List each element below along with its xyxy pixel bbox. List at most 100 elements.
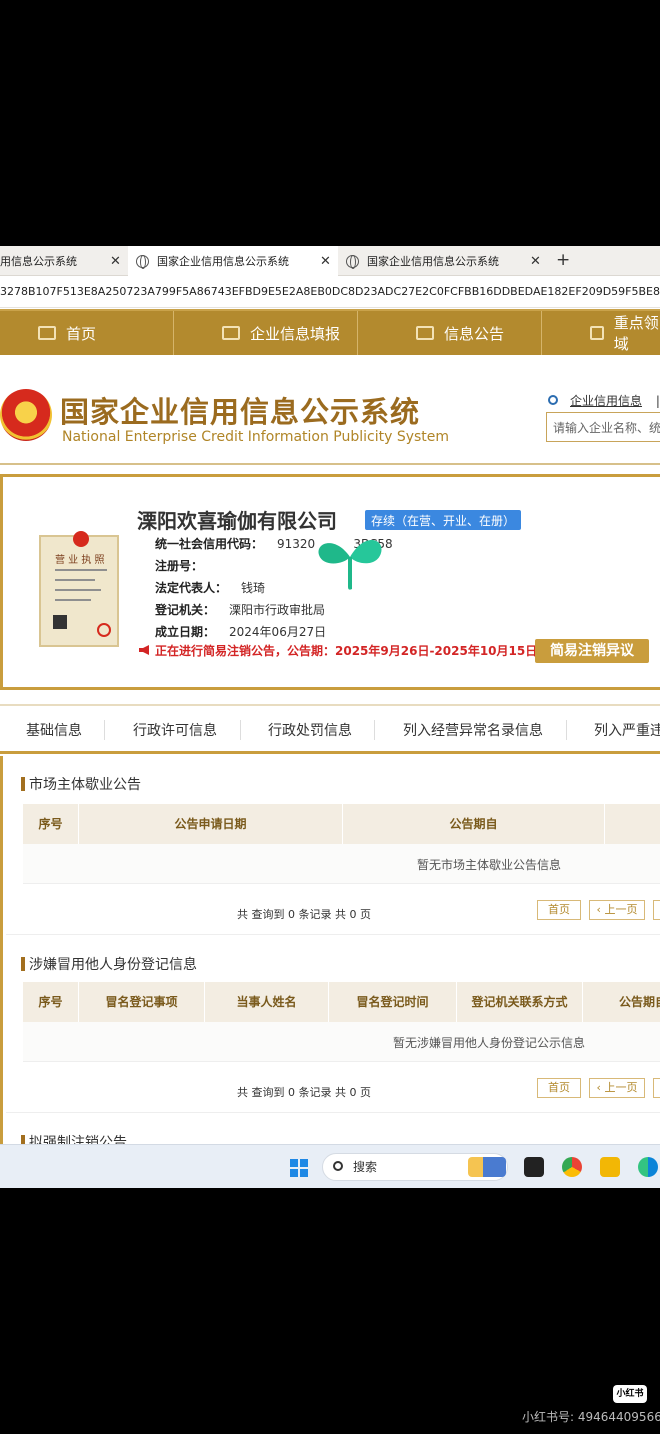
globe-icon	[136, 254, 149, 269]
close-icon[interactable]: ✕	[530, 254, 541, 269]
tab-title: 国家企业信用信息公示系统	[157, 255, 289, 268]
search-input[interactable]: 请输入企业名称、统	[546, 412, 660, 442]
nav-label: 首页	[66, 324, 97, 343]
national-emblem-logo	[0, 389, 52, 441]
section-divider	[6, 934, 660, 935]
watermark-text: 小红书号: 49464409566	[522, 1410, 660, 1424]
nav-item-report[interactable]: 企业信息填报	[174, 311, 358, 355]
company-name: 溧阳欢喜瑜伽有限公司	[137, 509, 337, 533]
empty-message: 暂无市场主体歇业公告信息	[417, 858, 562, 872]
prev-page-button[interactable]: ‹ 上一页	[589, 900, 645, 920]
field-value: 钱琦	[241, 581, 266, 595]
field-value: 2024年06月27日	[229, 625, 327, 639]
speaker-icon	[139, 645, 149, 655]
next-page-button[interactable]	[653, 900, 660, 920]
column-header: 公告期自	[343, 804, 605, 844]
site-title: 国家企业信用信息公示系统	[60, 395, 421, 429]
tab-abnormal-list[interactable]: 列入经营异常名录信息	[403, 720, 543, 740]
content-area: 市场主体歇业公告 序号 公告申请日期 公告期自 暂无市场主体歇业公告信息 共 查…	[0, 756, 660, 1151]
notice-text: 正在进行简易注销公告，公告期：2025年9月26日-2025年10月15日	[155, 644, 538, 658]
new-tab-button[interactable]: +	[556, 250, 570, 270]
browser-tab-active[interactable]: 国家企业信用信息公示系统 ✕	[128, 246, 338, 276]
info-tabs: 基础信息 行政许可信息 行政处罚信息 列入经营异常名录信息 列入严重违	[0, 704, 660, 754]
tab-basic-info[interactable]: 基础信息	[26, 720, 82, 740]
close-icon[interactable]: ✕	[320, 254, 331, 269]
license-title: 营 业 执 照	[55, 555, 105, 566]
next-page-button[interactable]	[653, 1078, 660, 1098]
column-header: 冒名登记时间	[329, 982, 457, 1022]
table-header: 序号 冒名登记事项 当事人姓名 冒名登记时间 登记机关联系方式 公告期自	[23, 982, 660, 1022]
document-icon	[416, 326, 434, 340]
field-label: 法定代表人：	[155, 581, 228, 595]
tab-admin-penalty[interactable]: 行政处罚信息	[268, 720, 352, 740]
business-license-image[interactable]: 营 业 执 照	[39, 531, 119, 647]
pagination-info: 共 查询到 0 条记录 共 0 页	[237, 1086, 371, 1099]
file-explorer-icon[interactable]	[600, 1157, 620, 1177]
main-nav: 首页 企业信息填报 信息公告 重点领域	[0, 309, 660, 355]
browser-window: 用信息公示系统 ✕ 国家企业信用信息公示系统 ✕ 国家企业信用信息公示系统 ✕ …	[0, 246, 660, 1188]
field-label: 登记机关：	[155, 603, 216, 617]
reg-number-row: 注册号：	[155, 557, 217, 574]
browser-tab[interactable]: 国家企业信用信息公示系统 ✕	[338, 246, 548, 276]
emblem-seal	[73, 531, 89, 547]
separator: |	[655, 394, 660, 408]
monitor-icon	[38, 326, 56, 340]
chrome-icon[interactable]	[562, 1157, 582, 1177]
section-title: 市场主体歇业公告	[21, 774, 141, 794]
prev-page-button[interactable]: ‹ 上一页	[589, 1078, 645, 1098]
license-text-line	[55, 579, 95, 581]
divider	[104, 720, 105, 740]
license-text-line	[55, 589, 101, 591]
objection-button[interactable]: 简易注销异议	[535, 639, 649, 663]
authority-row: 登记机关： 溧阳市行政审批局	[155, 601, 325, 618]
divider	[374, 720, 375, 740]
search-type-link[interactable]: 企业信用信息 |	[548, 392, 660, 409]
nav-item-announcements[interactable]: 信息公告	[358, 311, 542, 355]
column-header: 公告期自	[583, 982, 660, 1022]
license-text-line	[55, 599, 91, 601]
search-type-label: 企业信用信息	[570, 394, 643, 408]
deregistration-notice: 正在进行简易注销公告，公告期：2025年9月26日-2025年10月15日	[139, 642, 537, 659]
speaker-icon	[590, 326, 604, 340]
field-label: 统一社会信用代码：	[155, 537, 264, 551]
table-empty-row: 暂无市场主体歇业公告信息	[23, 844, 660, 884]
sprout-sticker-icon	[318, 539, 382, 590]
tab-serious-violation[interactable]: 列入严重违	[594, 720, 660, 740]
first-page-button[interactable]: 首页	[537, 1078, 581, 1098]
column-header: 序号	[23, 804, 79, 844]
field-label: 成立日期：	[155, 625, 216, 639]
pagination-info: 共 查询到 0 条记录 共 0 页	[237, 908, 371, 921]
first-page-button[interactable]: 首页	[537, 900, 581, 920]
close-icon[interactable]: ✕	[110, 254, 121, 269]
company-card: 营 业 执 照 溧阳欢喜瑜伽有限公司 存续（在营、开业、在册） 统一社会信用代码…	[0, 474, 660, 690]
divider	[566, 720, 567, 740]
divider	[240, 720, 241, 740]
qr-code	[53, 615, 67, 629]
tab-title: 国家企业信用信息公示系统	[367, 255, 499, 268]
status-badge: 存续（在营、开业、在册）	[365, 510, 522, 530]
section-title: 涉嫌冒用他人身份登记信息	[21, 954, 197, 974]
edit-icon	[222, 326, 240, 340]
column-header: 公告申请日期	[79, 804, 343, 844]
tab-bar: 用信息公示系统 ✕ 国家企业信用信息公示系统 ✕ 国家企业信用信息公示系统 ✕ …	[0, 246, 660, 276]
address-bar[interactable]: 3278B107F513E8A250723A799F5A86743EFBD9E5…	[0, 276, 660, 308]
browser-tab[interactable]: 用信息公示系统 ✕	[0, 246, 128, 276]
task-view-icon[interactable]	[524, 1157, 544, 1177]
nav-item-home[interactable]: 首页	[26, 311, 174, 355]
nav-label: 信息公告	[444, 324, 505, 343]
windows-taskbar: 搜索	[0, 1144, 660, 1188]
tab-admin-license[interactable]: 行政许可信息	[133, 720, 217, 740]
widget-icon[interactable]	[468, 1157, 506, 1177]
edge-icon[interactable]	[638, 1157, 658, 1177]
nav-label: 重点领域	[613, 314, 659, 353]
license-text-line	[55, 569, 107, 571]
nav-item-key-areas[interactable]: 重点领域	[542, 311, 660, 355]
site-subtitle: National Enterprise Credit Information P…	[62, 429, 450, 445]
section-divider	[6, 1112, 660, 1113]
column-header: 冒名登记事项	[79, 982, 205, 1022]
column-header: 序号	[23, 982, 79, 1022]
windows-start-icon[interactable]	[290, 1159, 308, 1177]
search-icon	[333, 1161, 343, 1171]
red-stamp	[97, 623, 111, 637]
founded-date-row: 成立日期： 2024年06月27日	[155, 623, 326, 640]
